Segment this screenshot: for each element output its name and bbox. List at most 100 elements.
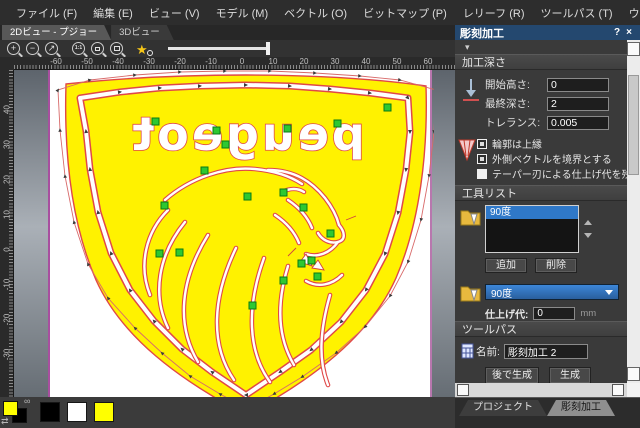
scroll-left-button[interactable] [457, 384, 469, 396]
panel-help-button[interactable]: ? [611, 27, 623, 38]
menu-window[interactable]: ウィンドウ (W) [621, 5, 640, 21]
menu-bar: ファイル (F) 編集 (E) ビュー (V) モデル (M) ベクトル (O)… [0, 0, 640, 25]
section-toolpath-header[interactable]: ツールパス [455, 321, 627, 337]
final-depth-input[interactable] [547, 97, 609, 111]
foreground-color-swatch[interactable] [3, 401, 18, 416]
collapse-arrow-icon[interactable]: ▾ [465, 42, 470, 53]
ruler-tick-label: 30 [325, 57, 345, 66]
zoom-selected-icon[interactable]: ★ [136, 41, 152, 56]
palette-swatch-black[interactable] [40, 402, 60, 422]
drawing-viewport[interactable]: peugeot [14, 70, 455, 397]
menu-edit[interactable]: 編集 (E) [85, 5, 141, 21]
allowance-input[interactable] [533, 307, 575, 320]
zoom-interactive-icon[interactable]: ↗ [45, 42, 58, 55]
start-depth-input[interactable] [547, 78, 609, 92]
panel-title: 彫刻加工 [460, 25, 504, 41]
palette-swatch-yellow[interactable] [94, 402, 114, 422]
scroll-right-button[interactable] [612, 384, 624, 396]
color-bar: ∞ ⇄ [0, 397, 455, 428]
chevron-down-icon [605, 290, 613, 295]
checkbox-icon[interactable] [477, 154, 487, 164]
tolerance-label: トレランス: [485, 115, 547, 130]
tool-select-dropdown[interactable]: 90度 [485, 284, 619, 300]
ruler-tick-label: -30 [3, 347, 12, 363]
ruler-tick-label: 20 [294, 57, 314, 66]
allowance-unit: mm [580, 308, 596, 319]
menu-toolpath[interactable]: ツールパス (T) [532, 5, 620, 21]
calculator-icon [461, 343, 474, 359]
scrollbar-thumb[interactable] [628, 75, 639, 175]
toolpath-name-input[interactable] [504, 344, 588, 359]
check-outer-vector-boundary[interactable]: 外側ベクトルを境界とする [477, 151, 627, 166]
tool-move-down-icon[interactable] [584, 233, 592, 238]
scroll-up-button[interactable] [627, 42, 640, 56]
menu-file[interactable]: ファイル (F) [8, 5, 85, 21]
tab-2d-view[interactable]: 2Dビュー - プジョー [2, 25, 111, 40]
panel-content: ▾ 加工深さ 開始高さ: [455, 40, 627, 383]
ruler-tick-label: -20 [3, 312, 12, 328]
menu-vector[interactable]: ベクトル (O) [276, 5, 355, 21]
link-colors-icon[interactable]: ∞ [24, 396, 30, 406]
scrollbar-corner [627, 383, 640, 397]
tab-engraving[interactable]: 彫刻加工 [547, 400, 615, 416]
zoom-in-icon[interactable]: + [7, 42, 20, 55]
tab-project[interactable]: プロジェクト [459, 400, 547, 416]
magnifier-icon [147, 50, 153, 56]
ruler-tick-label: 20 [3, 172, 12, 188]
material-page[interactable]: peugeot [48, 70, 432, 397]
generate-button[interactable]: 生成 [549, 367, 591, 383]
canvas-area: -60-50-40-30-20-100102030405060 40302010… [0, 57, 455, 397]
toolpath-name-label: 名前: [476, 344, 500, 359]
zoom-toolbar: + − ↗ 1:1 ★ [0, 40, 455, 57]
zoom-slider[interactable] [168, 47, 268, 50]
tool-move-up-icon[interactable] [584, 220, 592, 225]
zoom-actual-size-icon[interactable]: 1:1 [72, 42, 85, 55]
swap-colors-icon[interactable]: ⇄ [1, 416, 9, 427]
menu-model[interactable]: モデル (M) [208, 5, 277, 21]
panel-close-button[interactable]: × [623, 27, 635, 38]
engraving-panel: 彫刻加工 ? × ▾ 加工深さ [455, 25, 640, 428]
tab-3d-view[interactable]: 3Dビュー [111, 25, 174, 40]
palette-swatch-white[interactable] [67, 402, 87, 422]
tolerance-input[interactable] [547, 116, 609, 130]
remove-tool-button[interactable]: 削除 [535, 258, 577, 273]
ruler-tick-label: 0 [3, 242, 12, 258]
zoom-box-icon[interactable] [91, 42, 104, 55]
check-taper-allowance[interactable]: テーパー刃による仕上げ代を残す [477, 166, 627, 181]
panel-vertical-scrollbar[interactable] [627, 40, 640, 383]
ruler-tick-label: 60 [418, 57, 438, 66]
ruler-tick-label: 10 [263, 57, 283, 66]
add-tool-button[interactable]: 追加 [485, 258, 527, 273]
checkbox-icon[interactable] [477, 139, 487, 149]
ruler-tick-label: -50 [77, 57, 97, 66]
menu-view[interactable]: ビュー (V) [141, 5, 208, 21]
ruler-tick-label: 0 [232, 57, 252, 66]
panel-title-bar: 彫刻加工 ? × [455, 25, 640, 40]
tool-list-item-selected[interactable]: 90度 [486, 206, 578, 219]
ruler-tick-label: -10 [201, 57, 221, 66]
zoom-out-icon[interactable]: − [26, 42, 39, 55]
ruler-tick-label: 40 [356, 57, 376, 66]
panel-horizontal-scrollbar[interactable] [455, 383, 640, 397]
generate-later-button[interactable]: 後で生成 [485, 367, 539, 383]
zoom-extents-icon[interactable] [110, 42, 123, 55]
start-depth-label: 開始高さ: [485, 77, 547, 92]
section-tool-list-header[interactable]: 工具リスト [455, 185, 627, 201]
check-outline-top-edge[interactable]: 輪郭は上縁 [477, 136, 627, 151]
checkbox-icon[interactable] [477, 169, 487, 179]
zoom-slider-handle[interactable] [266, 42, 270, 55]
scroll-down-button[interactable] [627, 367, 640, 381]
logo-text: peugeot [129, 107, 365, 161]
fg-bg-color-widget[interactable]: ∞ ⇄ [3, 399, 37, 426]
final-depth-label: 最終深さ: [485, 96, 547, 111]
ruler-corner [0, 57, 14, 70]
ruler-tick-label: 40 [3, 102, 12, 118]
star-icon: ★ [136, 42, 148, 57]
section-depth-header[interactable]: 加工深さ [455, 54, 627, 70]
tool-list-box[interactable]: 90度 [485, 205, 579, 253]
ruler-tick-label: 30 [3, 137, 12, 153]
ruler-tick-label: 50 [387, 57, 407, 66]
menu-relief[interactable]: レリーフ (R) [455, 5, 533, 21]
ruler-tick-label: 10 [3, 207, 12, 223]
menu-bitmap[interactable]: ビットマップ (P) [355, 5, 455, 21]
